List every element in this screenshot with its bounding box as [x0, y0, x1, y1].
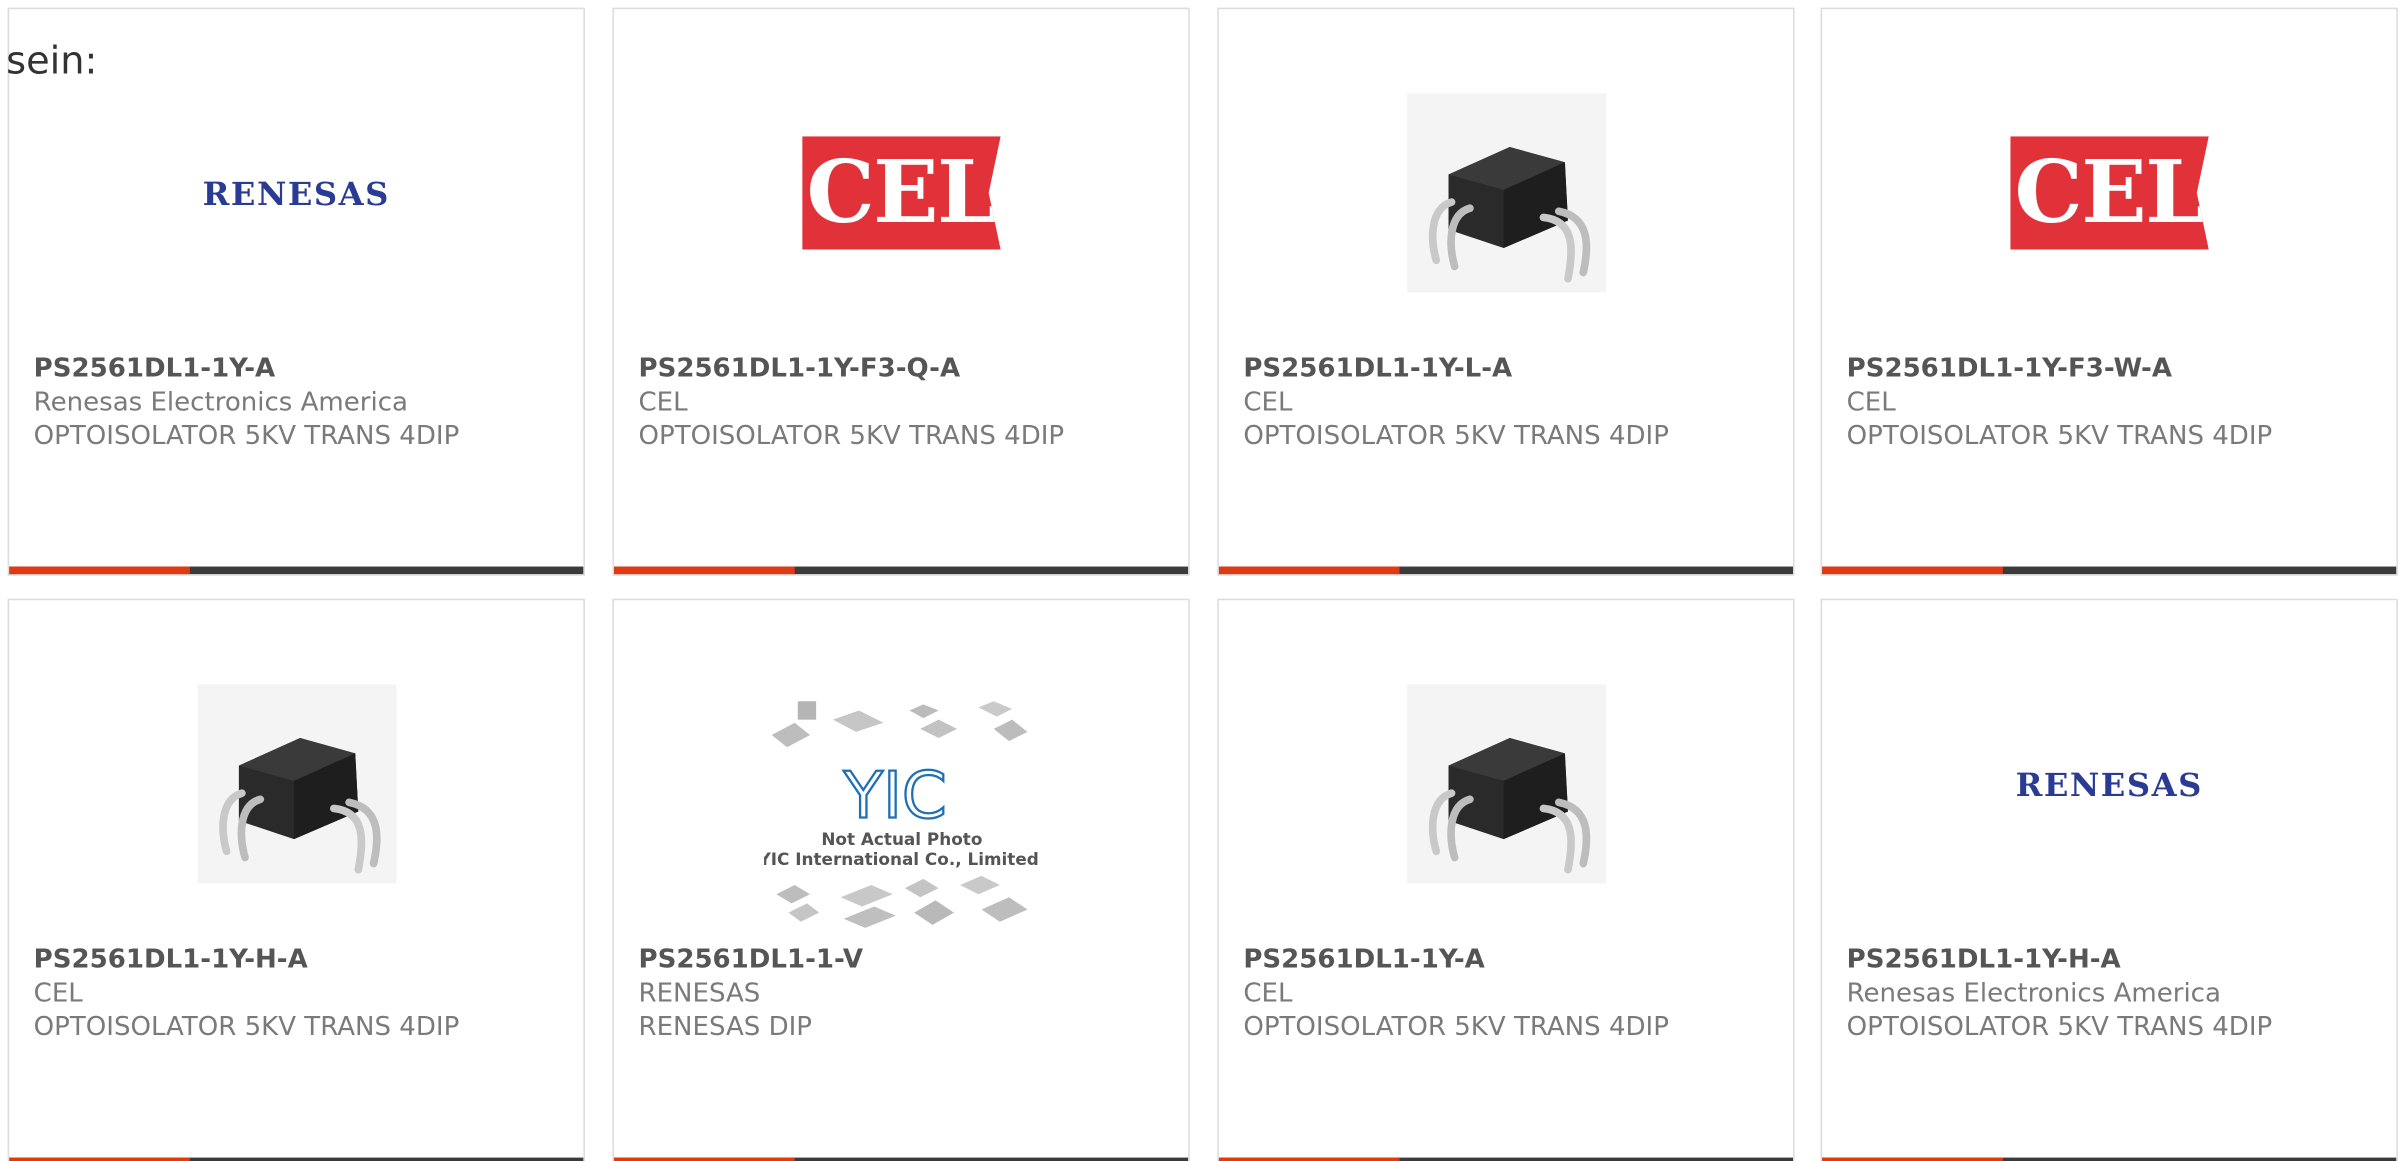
part-number-link[interactable]: PS2561DL1-1Y-L-A	[1243, 352, 1777, 386]
dip-chip-photo	[196, 684, 396, 884]
card-accent-bar	[1822, 566, 2003, 575]
product-card[interactable]: PS2561DL1-1Y-L-A CEL OPTOISOLATOR 5KV TR…	[1217, 7, 1795, 576]
not-actual-photo-image: YIC Not Actual Photo YIC International C…	[763, 701, 1039, 928]
part-number-link[interactable]: PS2561DL1-1Y-H-A	[34, 943, 568, 977]
product-card[interactable]: RENESAS PS2561DL1-1Y-H-A Renesas Electro…	[1820, 598, 2398, 1161]
product-image[interactable]	[1219, 55, 1793, 331]
manufacturer-name: CEL	[1243, 387, 1293, 419]
card-bottom-bar	[1822, 1157, 2397, 1161]
product-image[interactable]	[9, 646, 583, 922]
product-card[interactable]: YIC Not Actual Photo YIC International C…	[612, 598, 1190, 1161]
renesas-logo: RENESAS	[2015, 764, 2203, 804]
manufacturer-name: CEL	[1243, 978, 1293, 1010]
product-card[interactable]: CEL PS2561DL1-1Y-F3-W-A CEL OPTOISOLATOR…	[1820, 7, 2398, 576]
card-bottom-bar	[614, 566, 1189, 575]
card-bottom-bar	[1218, 566, 1794, 575]
product-card[interactable]: PS2561DL1-1Y-H-A CEL OPTOISOLATOR 5KV TR…	[7, 598, 585, 1161]
part-number-link[interactable]: PS2561DL1-1Y-H-A	[1847, 943, 2381, 977]
part-number-link[interactable]: PS2561DL1-1Y-A	[1243, 943, 1777, 977]
product-description: OPTOISOLATOR 5KV TRANS 4DIP	[33, 1012, 460, 1043]
product-image[interactable]: RENESAS	[9, 55, 583, 331]
photo-caption: Not Actual Photo	[821, 829, 982, 849]
dip-chip-photo	[1406, 684, 1606, 884]
cel-logo: CEL	[801, 136, 1001, 250]
card-bottom-bar	[614, 1157, 1189, 1161]
product-image[interactable]: CEL	[614, 55, 1188, 331]
manufacturer-name: CEL	[1846, 387, 1896, 419]
photo-caption: YIC International Co., Limited.	[763, 849, 1039, 869]
manufacturer-name: CEL	[33, 978, 83, 1010]
part-number-link[interactable]: PS2561DL1-1Y-F3-Q-A	[639, 352, 1173, 386]
cel-logo: CEL	[2009, 136, 2209, 250]
product-description: OPTOISOLATOR 5KV TRANS 4DIP	[1243, 1012, 1669, 1043]
manufacturer-name: Renesas Electronics America	[1846, 978, 2221, 1010]
intro-text: sein:	[6, 38, 98, 83]
product-image[interactable]: CEL	[1822, 55, 2396, 331]
product-card[interactable]: CEL PS2561DL1-1Y-F3-Q-A CEL OPTOISOLATOR…	[612, 7, 1190, 576]
product-description: OPTOISOLATOR 5KV TRANS 4DIP	[33, 421, 460, 452]
card-accent-bar	[614, 1157, 795, 1161]
dip-chip-photo	[1406, 93, 1606, 293]
product-card[interactable]: PS2561DL1-1Y-A CEL OPTOISOLATOR 5KV TRAN…	[1217, 598, 1795, 1161]
part-number-link[interactable]: PS2561DL1-1Y-F3-W-A	[1847, 352, 2381, 386]
card-accent-bar	[1218, 1157, 1400, 1161]
product-image[interactable]: RENESAS	[1822, 646, 2396, 922]
product-card[interactable]: RENESAS PS2561DL1-1Y-A Renesas Electroni…	[7, 7, 585, 576]
product-image[interactable]: YIC Not Actual Photo YIC International C…	[614, 677, 1188, 953]
card-bottom-bar	[1822, 566, 2397, 575]
card-bottom-bar	[9, 566, 584, 575]
card-bottom-bar	[9, 1157, 584, 1161]
part-number-link[interactable]: PS2561DL1-1-V	[639, 943, 1173, 977]
card-bottom-bar	[1218, 1157, 1794, 1161]
card-accent-bar	[9, 1157, 190, 1161]
yic-logo: YIC	[842, 759, 946, 834]
product-description: OPTOISOLATOR 5KV TRANS 4DIP	[1846, 421, 2273, 452]
product-description: OPTOISOLATOR 5KV TRANS 4DIP	[638, 421, 1065, 452]
product-image[interactable]	[1219, 646, 1793, 922]
card-accent-bar	[614, 566, 795, 575]
manufacturer-name: CEL	[638, 387, 688, 419]
product-description: RENESAS DIP	[638, 1012, 813, 1043]
card-accent-bar	[9, 566, 190, 575]
part-number-link[interactable]: PS2561DL1-1Y-A	[34, 352, 568, 386]
manufacturer-name: Renesas Electronics America	[33, 387, 409, 419]
product-description: OPTOISOLATOR 5KV TRANS 4DIP	[1846, 1012, 2273, 1043]
manufacturer-name: RENESAS	[638, 978, 761, 1010]
card-accent-bar	[1218, 566, 1400, 575]
product-description: OPTOISOLATOR 5KV TRANS 4DIP	[1243, 421, 1669, 452]
card-accent-bar	[1822, 1157, 2003, 1161]
renesas-logo: RENESAS	[202, 173, 390, 213]
